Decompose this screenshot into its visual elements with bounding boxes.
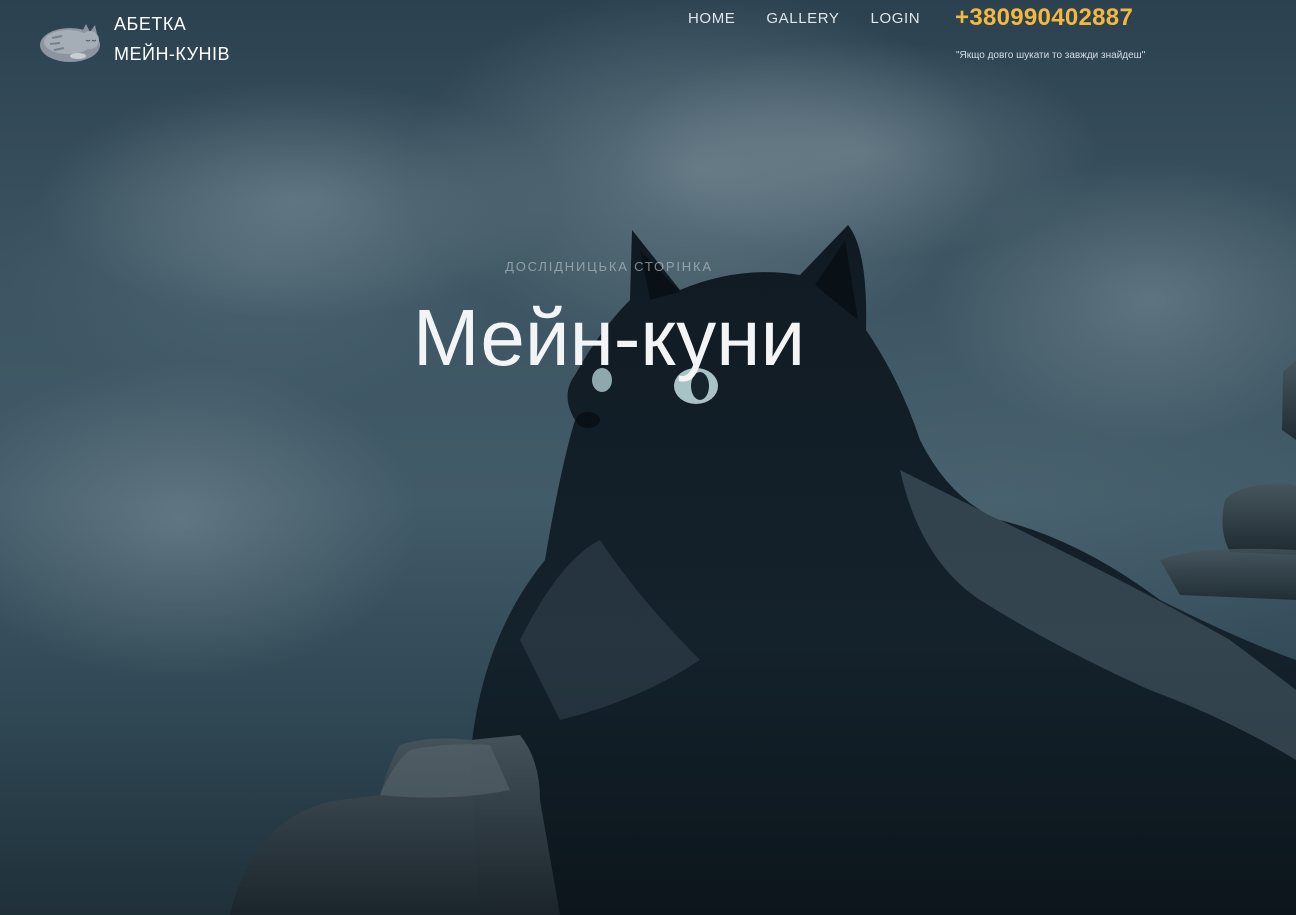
hero-subtitle: ДОСЛІДНИЦЬКА СТОРІНКА <box>505 259 713 274</box>
nav-login[interactable]: LOGIN <box>871 10 921 27</box>
sleeping-cat-icon[interactable] <box>38 18 102 64</box>
brand-title[interactable]: АБЕТКА МЕЙН-КУНІВ <box>114 9 230 69</box>
motto-text: "Якщо довго шукати то завжди знайдеш" <box>956 50 1146 61</box>
brand-line-2: МЕЙН-КУНІВ <box>114 44 231 64</box>
hero-section: АБЕТКА МЕЙН-КУНІВ HOME GALLERY LOGIN +38… <box>0 0 1296 915</box>
hero-background-image <box>0 40 1296 915</box>
brand-line-1: АБЕТКА <box>114 14 187 34</box>
hero-title: Мейн-куни <box>412 293 806 382</box>
nav-home[interactable]: HOME <box>688 10 735 27</box>
nav-gallery[interactable]: GALLERY <box>766 10 839 27</box>
main-nav: HOME GALLERY LOGIN <box>688 10 920 27</box>
phone-number[interactable]: +380990402887 <box>955 4 1133 32</box>
